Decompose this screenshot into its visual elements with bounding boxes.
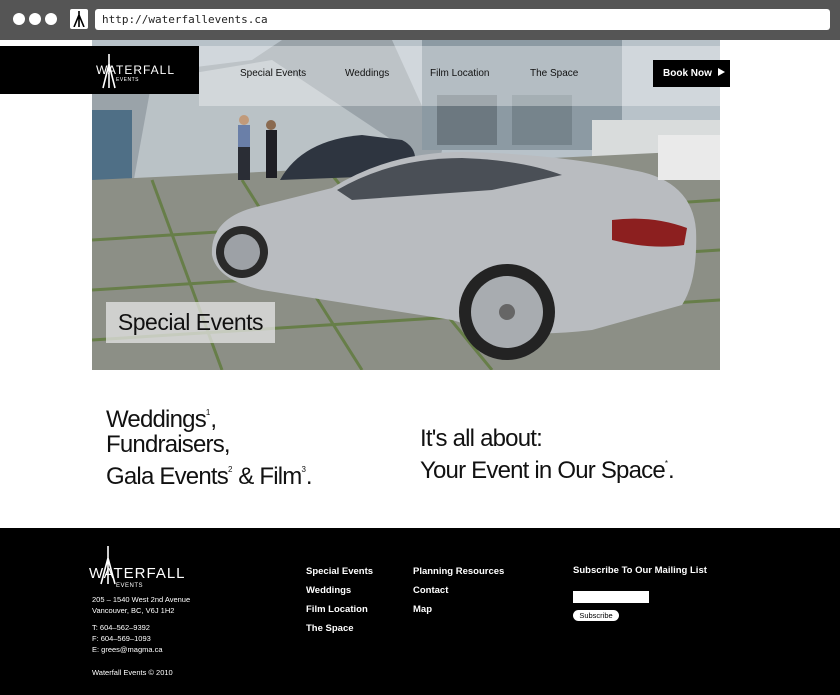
footer-contact-info: T: 604–562–9392 F: 604–569–1093 E: grees… — [92, 622, 163, 655]
subscribe-email-input[interactable] — [573, 591, 649, 603]
top-navigation: WATERFALL EVENTS Special Events Weddings… — [0, 40, 840, 106]
slogan-period: . — [668, 457, 675, 484]
footer-phone: T: 604–562–9392 — [92, 623, 150, 632]
logo-text: WATERFALL — [96, 63, 176, 77]
footer-address: 205 – 1540 West 2nd Avenue Vancouver, BC… — [92, 594, 190, 616]
book-now-label: Book Now — [663, 68, 712, 79]
footer-logo-subtext: EVENTS — [116, 583, 144, 589]
services-tagline: Weddings1, Fundraisers, Gala Events2 & F… — [106, 400, 313, 490]
footer-logo[interactable]: WATERFALL EVENTS — [88, 544, 198, 589]
footer-link-special-events[interactable]: Special Events — [306, 566, 373, 577]
nav-link-film-location[interactable]: Film Location — [430, 68, 489, 79]
site-favicon-icon — [70, 9, 88, 29]
site-footer: WATERFALL EVENTS 205 – 1540 West 2nd Ave… — [0, 528, 840, 695]
window-maximize-dot[interactable] — [45, 13, 57, 25]
footer-link-map[interactable]: Map — [413, 604, 432, 615]
address-line-1: 205 – 1540 West 2nd Avenue — [92, 595, 191, 604]
footer-copyright: Waterfall Events © 2010 — [92, 668, 173, 677]
tagline-gala-events: Gala Events — [106, 463, 229, 490]
window-minimize-dot[interactable] — [29, 13, 41, 25]
tagline-film: & Film — [232, 463, 302, 490]
slogan-line-1: It's all about: — [420, 425, 543, 452]
nav-link-weddings[interactable]: Weddings — [345, 68, 389, 79]
nav-link-special-events[interactable]: Special Events — [240, 68, 306, 79]
subscribe-heading: Subscribe To Our Mailing List — [573, 565, 707, 576]
tagline-weddings: Weddings — [106, 406, 207, 433]
address-bar[interactable]: http://waterfallevents.ca — [95, 9, 830, 30]
tagline-fundraisers: Fundraisers, — [106, 431, 231, 458]
window-close-dot[interactable] — [13, 13, 25, 25]
footer-link-contact[interactable]: Contact — [413, 585, 448, 596]
footer-link-planning-resources[interactable]: Planning Resources — [413, 566, 504, 577]
footer-link-the-space[interactable]: The Space — [306, 623, 354, 634]
address-line-2: Vancouver, BC, V6J 1H2 — [92, 606, 175, 615]
footer-link-film-location[interactable]: Film Location — [306, 604, 368, 615]
footer-fax: F: 604–569–1093 — [92, 634, 151, 643]
header-logo[interactable]: WATERFALL EVENTS — [0, 46, 199, 94]
subscribe-button[interactable]: Subscribe — [573, 610, 619, 621]
slogan-line-2: Your Event in Our Space — [420, 457, 666, 484]
footer-logo-text: WATERFALL — [89, 565, 186, 582]
footer-link-weddings[interactable]: Weddings — [306, 585, 351, 596]
nav-link-the-space[interactable]: The Space — [530, 68, 578, 79]
book-now-button[interactable]: Book Now — [653, 60, 730, 87]
tagline-comma: , — [210, 406, 217, 433]
hero-caption: Special Events — [106, 302, 275, 343]
footer-email[interactable]: E: grees@magma.ca — [92, 644, 163, 655]
logo-subtext: EVENTS — [116, 77, 140, 83]
slogan-tagline: It's all about: Your Event in Our Space*… — [420, 425, 675, 484]
play-arrow-icon — [717, 68, 725, 76]
browser-toolbar: http://waterfallevents.ca — [0, 0, 840, 40]
tagline-period: . — [305, 463, 313, 490]
